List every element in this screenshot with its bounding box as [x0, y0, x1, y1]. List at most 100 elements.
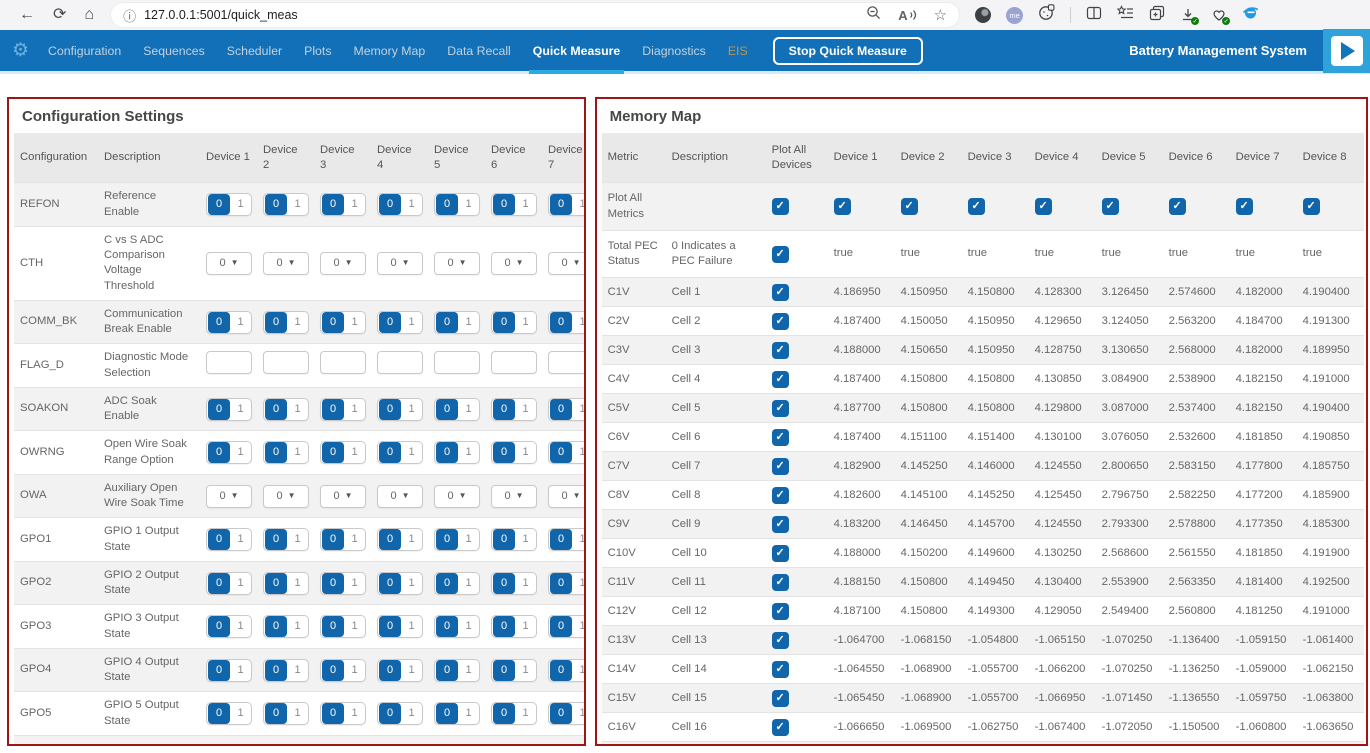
toggle-gpo5-device-5[interactable]: 01 [434, 702, 480, 725]
toggle-gpo5-device-3[interactable]: 01 [320, 702, 366, 725]
toggle-refon-device-2[interactable]: 01 [263, 193, 309, 216]
toggle-option[interactable]: 1 [515, 619, 536, 634]
toggle-option-selected[interactable]: 0 [550, 660, 572, 681]
extensions-cookie-icon[interactable] [1038, 4, 1055, 26]
toggle-gpo2-device-3[interactable]: 01 [320, 572, 366, 595]
toggle-gpo4-device-3[interactable]: 01 [320, 659, 366, 682]
toggle-gpo2-device-4[interactable]: 01 [377, 572, 423, 595]
toggle-option[interactable]: 1 [515, 197, 536, 212]
toggle-owrng-device-7[interactable]: 01 [548, 441, 586, 464]
toggle-option-selected[interactable]: 0 [208, 616, 230, 637]
plot-checkbox-c12v[interactable]: ✓ [772, 603, 789, 620]
toggle-option-selected[interactable]: 0 [265, 616, 287, 637]
toggle-gpo3-device-5[interactable]: 01 [434, 615, 480, 638]
plot-device-7-checkbox[interactable]: ✓ [1236, 198, 1253, 215]
toggle-option[interactable]: 1 [515, 445, 536, 460]
toggle-option[interactable]: 1 [515, 315, 536, 330]
toggle-soakon-device-3[interactable]: 01 [320, 398, 366, 421]
toggle-option[interactable]: 1 [572, 532, 586, 547]
run-button[interactable] [1323, 29, 1370, 73]
toggle-option[interactable]: 1 [344, 663, 365, 678]
toggle-comm-bk-device-6[interactable]: 01 [491, 311, 537, 334]
plot-checkbox-c2v[interactable]: ✓ [772, 313, 789, 330]
plot-checkbox-plot-all-metrics[interactable]: ✓ [772, 198, 789, 215]
toggle-option[interactable]: 1 [458, 619, 479, 634]
toggle-option[interactable]: 1 [458, 315, 479, 330]
plot-checkbox-c1v[interactable]: ✓ [772, 284, 789, 301]
toggle-option-selected[interactable]: 0 [322, 660, 344, 681]
toggle-option-selected[interactable]: 0 [322, 194, 344, 215]
toggle-owrng-device-5[interactable]: 01 [434, 441, 480, 464]
toggle-option-selected[interactable]: 0 [493, 194, 515, 215]
site-info-icon[interactable]: ⓘ [123, 6, 136, 25]
toggle-option-selected[interactable]: 0 [379, 312, 401, 333]
toggle-option-selected[interactable]: 0 [550, 194, 572, 215]
select-owa-device-3[interactable]: 0▼ [320, 485, 366, 508]
select-cth-device-7[interactable]: 0▼ [548, 252, 586, 275]
input-flag-d-device-2[interactable] [263, 351, 309, 374]
toggle-option[interactable]: 1 [230, 402, 251, 417]
toggle-option-selected[interactable]: 0 [322, 312, 344, 333]
toggle-owrng-device-6[interactable]: 01 [491, 441, 537, 464]
toggle-gpo1-device-2[interactable]: 01 [263, 528, 309, 551]
toggle-option[interactable]: 1 [230, 619, 251, 634]
plot-checkbox-total-pec-status[interactable]: ✓ [772, 246, 789, 263]
plot-checkbox-c5v[interactable]: ✓ [772, 400, 789, 417]
toggle-option-selected[interactable]: 0 [265, 194, 287, 215]
toggle-option-selected[interactable]: 0 [379, 703, 401, 724]
toggle-option[interactable]: 1 [230, 445, 251, 460]
toggle-option-selected[interactable]: 0 [436, 616, 458, 637]
toggle-option-selected[interactable]: 0 [493, 312, 515, 333]
toggle-option[interactable]: 1 [401, 197, 422, 212]
toggle-gpo4-device-1[interactable]: 01 [206, 659, 252, 682]
toggle-option-selected[interactable]: 0 [208, 399, 230, 420]
toggle-refon-device-7[interactable]: 01 [548, 193, 586, 216]
toggle-option-selected[interactable]: 0 [265, 573, 287, 594]
toggle-option-selected[interactable]: 0 [550, 312, 572, 333]
toggle-option[interactable]: 1 [230, 706, 251, 721]
nav-item-plots[interactable]: Plots [304, 30, 331, 71]
nav-item-diagnostics[interactable]: Diagnostics [642, 30, 706, 71]
plot-checkbox-c14v[interactable]: ✓ [772, 661, 789, 678]
toggle-option-selected[interactable]: 0 [265, 529, 287, 550]
toggle-option[interactable]: 1 [458, 663, 479, 678]
toggle-gpo1-device-3[interactable]: 01 [320, 528, 366, 551]
nav-item-configuration[interactable]: Configuration [48, 30, 121, 71]
toggle-option[interactable]: 1 [344, 402, 365, 417]
toggle-option[interactable]: 1 [515, 532, 536, 547]
select-cth-device-5[interactable]: 0▼ [434, 252, 480, 275]
toggle-option-selected[interactable]: 0 [493, 442, 515, 463]
select-owa-device-6[interactable]: 0▼ [491, 485, 537, 508]
collections-icon[interactable] [1149, 5, 1165, 26]
toggle-gpo1-device-4[interactable]: 01 [377, 528, 423, 551]
toggle-option-selected[interactable]: 0 [379, 573, 401, 594]
toggle-option-selected[interactable]: 0 [493, 529, 515, 550]
toggle-option-selected[interactable]: 0 [208, 194, 230, 215]
toggle-comm-bk-device-3[interactable]: 01 [320, 311, 366, 334]
toggle-option[interactable]: 1 [230, 663, 251, 678]
toggle-option-selected[interactable]: 0 [550, 529, 572, 550]
toggle-owrng-device-4[interactable]: 01 [377, 441, 423, 464]
select-owa-device-1[interactable]: 0▼ [206, 485, 252, 508]
toggle-gpo1-device-1[interactable]: 01 [206, 528, 252, 551]
toggle-option[interactable]: 1 [458, 576, 479, 591]
plot-checkbox-c13v[interactable]: ✓ [772, 632, 789, 649]
read-aloud-icon[interactable]: A [898, 8, 917, 23]
select-owa-device-7[interactable]: 0▼ [548, 485, 586, 508]
toggle-refon-device-5[interactable]: 01 [434, 193, 480, 216]
stop-quick-measure-button[interactable]: Stop Quick Measure [773, 37, 923, 65]
toggle-option-selected[interactable]: 0 [265, 442, 287, 463]
toggle-option[interactable]: 1 [401, 315, 422, 330]
toggle-gpo4-device-5[interactable]: 01 [434, 659, 480, 682]
toggle-gpo5-device-2[interactable]: 01 [263, 702, 309, 725]
toggle-option[interactable]: 1 [458, 402, 479, 417]
toggle-option-selected[interactable]: 0 [379, 529, 401, 550]
toggle-option-selected[interactable]: 0 [436, 573, 458, 594]
toggle-option-selected[interactable]: 0 [493, 573, 515, 594]
toggle-soakon-device-4[interactable]: 01 [377, 398, 423, 421]
select-cth-device-2[interactable]: 0▼ [263, 252, 309, 275]
toggle-comm-bk-device-5[interactable]: 01 [434, 311, 480, 334]
toggle-owrng-device-1[interactable]: 01 [206, 441, 252, 464]
toggle-option[interactable]: 1 [344, 532, 365, 547]
input-flag-d-device-1[interactable] [206, 351, 252, 374]
